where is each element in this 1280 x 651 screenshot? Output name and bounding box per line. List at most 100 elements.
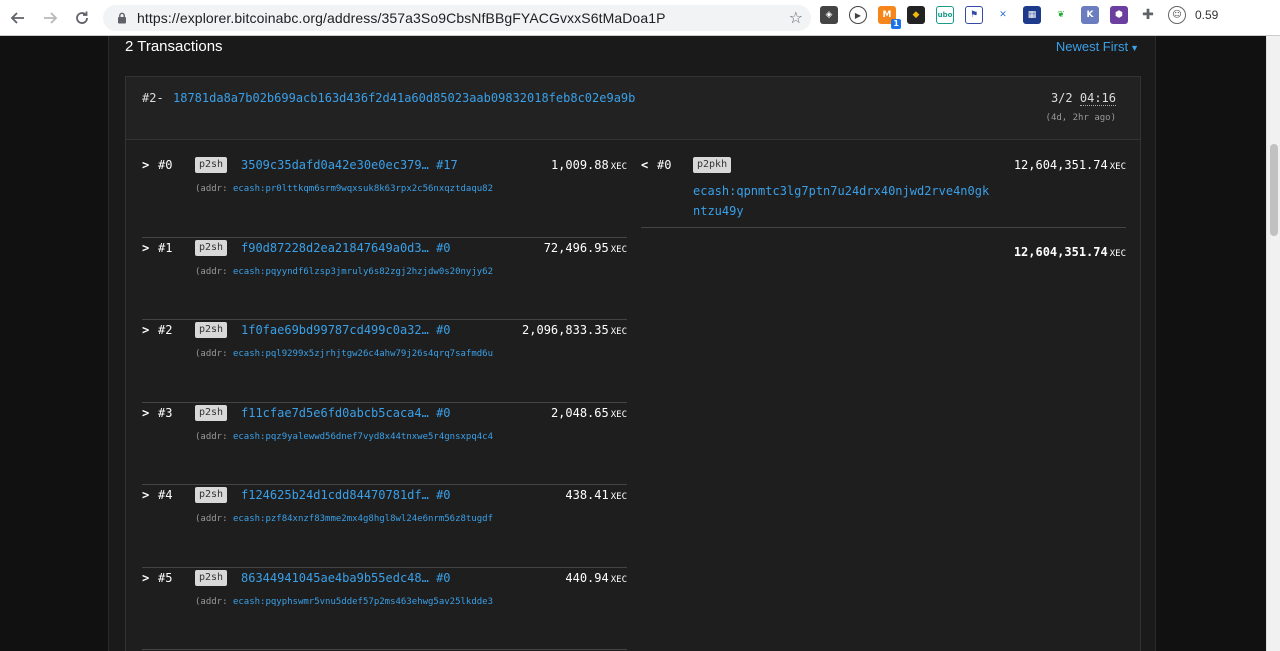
input-address-prefix: (addr:: [195, 184, 228, 194]
script-type-badge: p2sh: [195, 239, 228, 256]
forward-arrow-icon: [44, 11, 58, 24]
address-bar[interactable]: https://explorer.bitcoinabc.org/address/…: [103, 5, 811, 31]
arrow-extension-icon[interactable]: ✕: [994, 6, 1012, 24]
outputs-total-value: 12,604,351.74: [1013, 245, 1108, 259]
input-expand-arrow[interactable]: >: [142, 323, 149, 337]
input-index: #2: [158, 323, 173, 337]
input-index: #5: [158, 570, 173, 585]
input-vout-link[interactable]: #0: [436, 488, 450, 502]
input-txid-link[interactable]: 3509c35dafd0a42e30e0ec379…: [241, 158, 429, 172]
input-expand-arrow[interactable]: >: [142, 406, 149, 420]
input-vout-link[interactable]: #17: [436, 158, 458, 172]
input-amount-unit: XEC: [610, 574, 627, 585]
transaction-hash-link[interactable]: 18781da8a7b02b699acb163d436f2d41a60d8502…: [173, 91, 635, 105]
input-vout-link[interactable]: #0: [436, 241, 450, 255]
input-vout-link[interactable]: #0: [436, 323, 450, 337]
input-address: (addr: ecash:pr0lttkqm6srm9wqxsuk8k63rpx…: [195, 179, 505, 199]
ubo-extension-icon[interactable]: ubo: [936, 6, 954, 24]
input-address-link[interactable]: ecash:pr0lttkqm6srm9wqxsuk8k63rpx2c56nxq…: [233, 184, 493, 194]
input-amount-value: 2,096,833.35: [522, 323, 609, 337]
outputs-total-unit: XEC: [1109, 249, 1126, 259]
caret-down-icon: ▼: [1130, 43, 1139, 53]
transactions-section: 2 Transactions Newest First ▼ #2- 18781da…: [108, 36, 1156, 651]
play-extension-icon[interactable]: ▶: [849, 6, 867, 24]
input-index: #1: [158, 240, 173, 255]
input-row: > #4 p2sh f124625b24d1cdd84470781df… #0 438.…: [142, 485, 627, 568]
script-type-badge: p2sh: [195, 322, 228, 338]
input-address-link[interactable]: ecash:pql9299x5zjrhjtgw26c4ahw79j26s4qrq…: [233, 349, 493, 359]
input-address-prefix: (addr:: [195, 514, 228, 524]
input-txid-link[interactable]: 1f0fae69bd99787cd499c0a32…: [241, 323, 429, 337]
grid-extension-icon[interactable]: ▦: [1023, 6, 1041, 24]
browser-toolbar: https://explorer.bitcoinabc.org/address/…: [0, 0, 1280, 36]
input-address-link[interactable]: ecash:pzf84xnzf83mme2mx4g8hgl8wl24e6nrm5…: [233, 514, 493, 524]
input-index: #0: [158, 158, 173, 172]
transaction-header: #2- 18781da8a7b02b699acb163d436f2d41a60d…: [126, 77, 1140, 140]
input-prev-tx: f11cfae7d5e6fd0abcb5caca4… #0: [241, 406, 451, 420]
puzzle-extensions-icon[interactable]: ✚: [1139, 6, 1157, 24]
transaction-datetime: 3/2 04:16: [1051, 91, 1116, 106]
transaction-age: (4d, 2hr ago): [1045, 113, 1116, 123]
input-amount-unit: XEC: [610, 162, 627, 172]
input-prev-tx: f124625b24d1cdd84470781df… #0: [241, 488, 451, 502]
input-amount-unit: XEC: [610, 492, 627, 502]
input-address-link[interactable]: ecash:pqyyndf6lzsp3jmruly6s82zgj2hzjdw0s…: [233, 267, 493, 277]
input-amount-value: 1,009.88: [550, 158, 609, 172]
input-txid-link[interactable]: 86344941045ae4ba9b55edc48…: [241, 571, 429, 585]
input-expand-arrow[interactable]: >: [142, 488, 149, 502]
page-scrollbar[interactable]: [1266, 36, 1280, 651]
extension-badge: 1: [891, 19, 901, 29]
input-row: > #5 p2sh 86344941045ae4ba9b55edc48… #0 440.…: [142, 568, 627, 650]
metamask-fox-icon[interactable]: M1: [878, 6, 901, 29]
reload-button[interactable]: [68, 4, 96, 32]
input-amount-unit: XEC: [610, 327, 627, 337]
input-prev-tx: 1f0fae69bd99787cd499c0a32… #0: [241, 323, 451, 337]
sort-dropdown[interactable]: Newest First ▼: [1056, 39, 1139, 54]
inputs-list: > #0 p2sh 3509c35dafd0a42e30e0ec379… #17 1,0…: [142, 155, 627, 650]
input-amount-unit: XEC: [610, 409, 627, 420]
input-prev-tx: f90d87228d2ea21847649a0d3… #0: [241, 241, 451, 255]
input-index: #3: [158, 405, 173, 420]
input-amount-value: 440.94: [565, 570, 609, 585]
script-type-badge: p2sh: [195, 157, 228, 173]
forward-button[interactable]: [36, 4, 64, 32]
input-address-link[interactable]: ecash:pqz9yalewwd56dnef7vyd8x44tnxwe5r4g…: [233, 432, 493, 442]
input-address: (addr: ecash:pqz9yalewwd56dnef7vyd8x44tn…: [195, 427, 505, 447]
hex-extension-icon[interactable]: ⬢: [1110, 6, 1128, 24]
input-address-prefix: (addr:: [195, 349, 228, 359]
profile-label: 0.59: [1195, 8, 1219, 22]
input-amount: 438.41 XEC: [565, 488, 627, 502]
input-address-link[interactable]: ecash:pqyphswmr5vnu5ddef57p2ms463ehwg5av…: [233, 597, 493, 607]
input-expand-arrow[interactable]: >: [142, 571, 149, 585]
input-address: (addr: ecash:pzf84xnzf83mme2mx4g8hgl8wl2…: [195, 509, 505, 529]
output-amount: 12,604,351.74 XEC: [1014, 158, 1126, 172]
transaction-index: #2-: [142, 91, 164, 105]
input-amount: 440.94 XEC: [565, 571, 627, 585]
leaf-extension-icon[interactable]: ❦: [1052, 6, 1070, 24]
input-amount: 1,009.88 XEC: [551, 158, 627, 172]
cube-extension-icon[interactable]: ◈: [820, 6, 838, 24]
input-vout-link[interactable]: #0: [436, 571, 450, 585]
input-address: (addr: ecash:pql9299x5zjrhjtgw26c4ahw79j…: [195, 344, 505, 364]
bookmark-star-icon[interactable]: ☆: [789, 8, 803, 27]
flag-extension-icon[interactable]: ⚑: [965, 6, 983, 24]
input-txid-link[interactable]: f90d87228d2ea21847649a0d3…: [241, 241, 429, 255]
profile-avatar-icon[interactable]: ☺: [1168, 6, 1186, 24]
scrollbar-thumb[interactable]: [1270, 144, 1278, 236]
back-button[interactable]: [4, 4, 32, 32]
input-amount-unit: XEC: [610, 244, 627, 255]
k-extension-icon[interactable]: K: [1081, 6, 1099, 24]
input-prev-tx: 3509c35dafd0a42e30e0ec379… #17: [241, 158, 458, 172]
lock-icon: [113, 12, 131, 24]
input-address: (addr: ecash:pqyphswmr5vnu5ddef57p2ms463…: [195, 592, 505, 612]
input-row: > #0 p2sh 3509c35dafd0a42e30e0ec379… #17 1,0…: [142, 155, 627, 238]
input-vout-link[interactable]: #0: [436, 406, 450, 420]
output-address-link[interactable]: ecash:qpnmtc3lg7ptn7u24drx40njwd2rve4n0g…: [693, 181, 993, 221]
input-expand-arrow[interactable]: >: [142, 241, 149, 255]
input-prev-tx: 86344941045ae4ba9b55edc48… #0: [241, 571, 451, 585]
input-txid-link[interactable]: f124625b24d1cdd84470781df…: [241, 488, 429, 502]
binance-extension-icon[interactable]: ◆: [907, 6, 925, 24]
input-expand-arrow[interactable]: >: [142, 158, 149, 172]
input-txid-link[interactable]: f11cfae7d5e6fd0abcb5caca4…: [241, 406, 429, 420]
sort-label: Newest First: [1055, 39, 1129, 54]
